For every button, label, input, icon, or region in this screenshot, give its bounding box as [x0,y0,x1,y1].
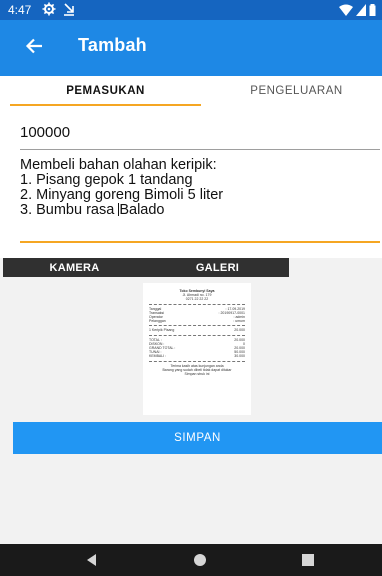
description-line: 2. Minyang goreng Bimoli 5 liter [20,187,224,203]
status-bar: 4:47 [0,0,382,20]
receipt-items: 1 Keripik Pisang 20.000 [149,328,245,332]
nav-home-icon[interactable] [192,552,208,568]
wifi-icon [339,3,353,21]
description-line: Membeli bahan olahan keripik: [20,157,217,173]
gallery-button[interactable]: GALERI [146,258,289,277]
nav-back-icon[interactable] [84,552,100,568]
text-cursor [118,203,120,216]
description-line: 1. Pisang gepok 1 tandang [20,172,193,188]
status-time: 4:47 [8,3,32,17]
signal-icon [356,3,366,21]
app-bar: Tambah [0,20,382,76]
receipt-fields: Tanggal: 17.09.2019 Transaksi: 20190917-0… [149,307,245,324]
image-source-bar: KAMERA GALERI [3,258,289,277]
gear-icon [42,2,56,16]
tab-bar: PEMASUKAN PENGELUARAN [0,76,382,106]
receipt-phone: 0271 22 22 22 [185,297,209,302]
back-button[interactable] [20,34,48,62]
receipt-field-value: : umum [233,319,245,324]
receipt-field-label: Pelanggan [149,319,166,324]
battery-icon [369,3,376,21]
description-input[interactable]: Membeli bahan olahan keripik: 1. Pisang … [20,158,380,243]
receipt-field: Pelanggan : umum [149,319,245,323]
receipt-item-label: 1 Keripik Pisang [149,328,175,333]
receipt-item: 1 Keripik Pisang 20.000 [149,328,245,332]
receipt-total: KEMBALI : 30.000 [149,354,245,358]
receipt-total-label: KEMBALI : [149,354,167,359]
receipt-item-value: 20.000 [234,328,245,333]
tab-pemasukan[interactable]: PEMASUKAN [10,76,201,106]
arrow-left-icon [25,37,43,60]
nav-recent-icon[interactable] [300,552,316,568]
receipt-divider [149,303,245,305]
page-title: Tambah [78,35,147,55]
receipt-divider [149,334,245,336]
receipt-totals: TOTAL :20.000 DISKON :0 GRAND TOTAL :20.00… [149,338,245,359]
tab-pengeluaran[interactable]: PENGELUARAN [201,76,382,106]
receipt-total-value: 30.000 [234,354,245,359]
download-icon [62,2,76,16]
system-nav-bar [0,544,382,576]
save-button[interactable]: SIMPAN [13,422,382,454]
amount-input[interactable]: 100000 [20,122,380,150]
receipt-divider [149,325,245,327]
camera-button[interactable]: KAMERA [3,258,146,277]
receipt-image[interactable]: Toko Sembunyi Saya Jl. Ahmadi no. 179 02… [143,283,251,415]
receipt-divider [149,360,245,362]
transaction-form: 100000 Membeli bahan olahan keripik: 1. … [0,106,382,258]
receipt-footer: Simpan struk ini [184,372,210,377]
description-line: 3. Bumbu rasa Balado [20,202,165,218]
